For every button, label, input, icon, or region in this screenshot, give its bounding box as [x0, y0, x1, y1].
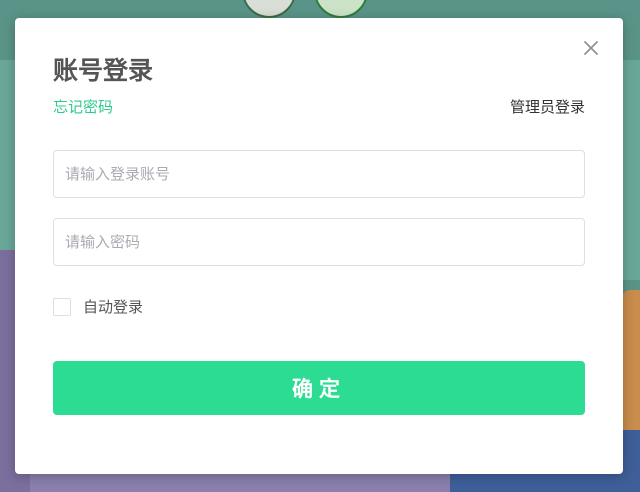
- dialog-title: 账号登录: [53, 56, 154, 85]
- login-dialog: 账号登录 忘记密码 管理员登录 自动登录 确定: [15, 18, 623, 474]
- admin-login-link[interactable]: 管理员登录: [510, 96, 585, 118]
- forgot-password-link[interactable]: 忘记密码: [53, 96, 113, 118]
- auto-login-option[interactable]: 自动登录: [53, 297, 143, 317]
- auto-login-label: 自动登录: [83, 298, 144, 316]
- auto-login-checkbox[interactable]: [53, 298, 71, 316]
- background-illustration-figure: [622, 290, 640, 440]
- close-button[interactable]: [581, 38, 601, 58]
- confirm-button[interactable]: 确定: [53, 361, 585, 415]
- password-input[interactable]: [53, 218, 585, 266]
- emblem-logo: [242, 0, 296, 18]
- emblem-logo-secondary: [314, 0, 368, 18]
- background-illustration-bottom: [30, 472, 450, 492]
- account-input[interactable]: [53, 150, 585, 198]
- background-illustration-right: [622, 60, 640, 280]
- close-icon: [584, 41, 598, 55]
